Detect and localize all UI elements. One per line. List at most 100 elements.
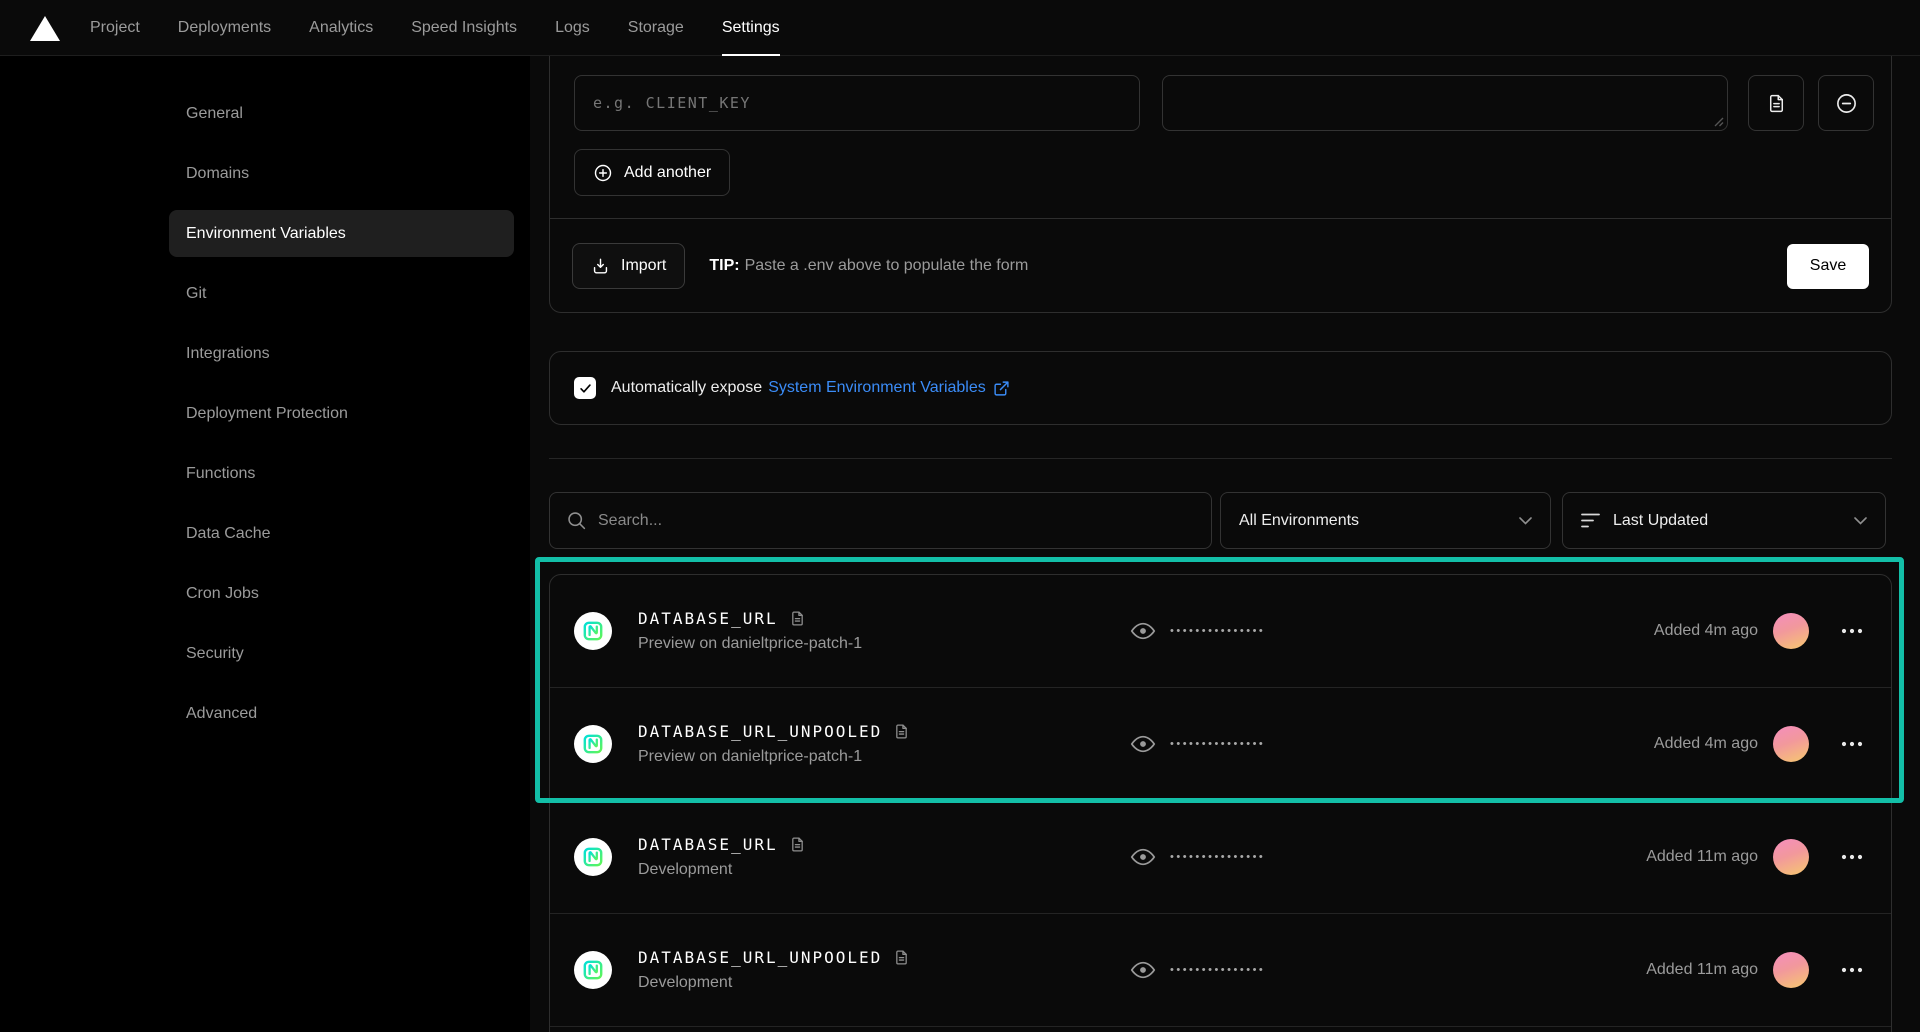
note-icon — [893, 722, 910, 741]
added-time-label: Added 11m ago — [1646, 961, 1758, 979]
search-input[interactable] — [549, 492, 1212, 549]
nav-item-label: Settings — [722, 19, 780, 37]
search-box — [549, 492, 1212, 549]
owner-avatar — [1773, 613, 1809, 649]
env-var-name: DATABASE_URL_UNPOOLED — [638, 948, 882, 967]
env-var-row: DATABASE_URL Preview on danieltprice-pat… — [550, 575, 1891, 688]
nav-tabs: Project Deployments Analytics Speed Insi… — [90, 0, 780, 56]
nav-item-label: Logs — [555, 19, 590, 37]
masked-value: ••••••••••••••• — [1170, 964, 1265, 976]
environment-filter-value: All Environments — [1239, 512, 1359, 530]
top-navigation: Project Deployments Analytics Speed Insi… — [0, 0, 1920, 56]
env-var-environment: Preview on danieltprice-patch-1 — [638, 635, 862, 653]
env-var-row: DATABASE_URL_UNPOOLED Preview on danielt… — [550, 688, 1891, 801]
sidebar-item-label: Git — [186, 285, 206, 303]
sidebar-item-label: General — [186, 105, 243, 123]
plus-circle-icon — [593, 163, 613, 183]
sidebar-item-advanced[interactable]: Advanced — [169, 690, 514, 737]
added-time-label: Added 4m ago — [1654, 735, 1758, 753]
sidebar-item-environment-variables[interactable]: Environment Variables — [169, 210, 514, 257]
env-key-input[interactable] — [574, 75, 1140, 131]
owner-avatar — [1773, 952, 1809, 988]
section-divider — [549, 458, 1892, 459]
note-icon — [893, 948, 910, 967]
sidebar-item-label: Deployment Protection — [186, 405, 348, 423]
added-time-label: Added 11m ago — [1646, 848, 1758, 866]
eye-icon[interactable] — [1130, 844, 1156, 870]
nav-item-analytics[interactable]: Analytics — [309, 0, 373, 56]
nav-item-label: Storage — [628, 19, 684, 37]
sort-select[interactable]: Last Updated — [1562, 492, 1886, 549]
env-var-environment: Preview on danieltprice-patch-1 — [638, 748, 910, 766]
env-var-name: DATABASE_URL_UNPOOLED — [638, 722, 882, 741]
sidebar-item-data-cache[interactable]: Data Cache — [169, 510, 514, 557]
sidebar-item-label: Advanced — [186, 705, 257, 723]
sidebar-item-label: Cron Jobs — [186, 585, 259, 603]
nav-item-settings[interactable]: Settings — [722, 0, 780, 56]
neon-integration-icon — [574, 725, 612, 763]
system-env-variables-link-label: System Environment Variables — [768, 379, 986, 397]
eye-icon[interactable] — [1130, 957, 1156, 983]
nav-item-deployments[interactable]: Deployments — [178, 0, 271, 56]
added-time-label: Added 4m ago — [1654, 622, 1758, 640]
search-icon — [566, 510, 587, 531]
env-var-row: DATABASE_URL_UNPOOLED Development ••••••… — [550, 914, 1891, 1027]
import-button[interactable]: Import — [572, 243, 685, 289]
row-actions-menu-icon[interactable] — [1839, 737, 1865, 751]
owner-avatar — [1773, 839, 1809, 875]
note-icon — [789, 609, 806, 628]
add-another-button[interactable]: Add another — [574, 149, 730, 196]
nav-item-speed-insights[interactable]: Speed Insights — [411, 0, 517, 56]
sidebar-item-cron-jobs[interactable]: Cron Jobs — [169, 570, 514, 617]
row-actions-menu-icon[interactable] — [1839, 624, 1865, 638]
chevron-down-icon — [1519, 517, 1532, 525]
sidebar-item-git[interactable]: Git — [169, 270, 514, 317]
sidebar-item-security[interactable]: Security — [169, 630, 514, 677]
row-actions-menu-icon[interactable] — [1839, 850, 1865, 864]
system-env-expose-card: Automatically expose System Environment … — [549, 351, 1892, 425]
settings-sidebar: General Domains Environment Variables Gi… — [169, 90, 514, 750]
note-button[interactable] — [1748, 75, 1804, 131]
masked-value: ••••••••••••••• — [1170, 738, 1265, 750]
row-actions-menu-icon[interactable] — [1839, 963, 1865, 977]
nav-item-label: Analytics — [309, 19, 373, 37]
sidebar-item-label: Functions — [186, 465, 255, 483]
sort-lines-icon — [1581, 513, 1600, 528]
sort-value: Last Updated — [1613, 512, 1708, 530]
sidebar-item-label: Data Cache — [186, 525, 271, 543]
expose-checkbox[interactable] — [574, 377, 596, 399]
sidebar-item-functions[interactable]: Functions — [169, 450, 514, 497]
env-var-list: DATABASE_URL Preview on danieltprice-pat… — [549, 574, 1892, 1032]
sidebar-item-domains[interactable]: Domains — [169, 150, 514, 197]
nav-item-project[interactable]: Project — [90, 0, 140, 56]
nav-item-storage[interactable]: Storage — [628, 0, 684, 56]
vercel-logo-icon[interactable] — [30, 15, 60, 41]
env-var-name: DATABASE_URL — [638, 835, 778, 854]
import-label: Import — [621, 257, 666, 275]
eye-icon[interactable] — [1130, 731, 1156, 757]
nav-item-label: Deployments — [178, 19, 271, 37]
env-var-name: DATABASE_URL — [638, 609, 778, 628]
neon-integration-icon — [574, 612, 612, 650]
masked-value: ••••••••••••••• — [1170, 851, 1265, 863]
sidebar-item-general[interactable]: General — [169, 90, 514, 137]
env-var-environment: Development — [638, 861, 806, 879]
env-var-row: DATABASE_URL Development ••••••••••••••• — [550, 801, 1891, 914]
import-tip: TIP:Paste a .env above to populate the f… — [709, 257, 1028, 275]
sidebar-item-label: Integrations — [186, 345, 270, 363]
eye-icon[interactable] — [1130, 618, 1156, 644]
import-icon — [591, 257, 610, 276]
masked-value: ••••••••••••••• — [1170, 625, 1265, 637]
system-env-variables-link[interactable]: System Environment Variables — [768, 379, 1010, 397]
owner-avatar — [1773, 726, 1809, 762]
nav-item-logs[interactable]: Logs — [555, 0, 590, 56]
remove-row-button[interactable] — [1818, 75, 1874, 131]
sidebar-item-label: Domains — [186, 165, 249, 183]
env-value-input[interactable] — [1162, 75, 1728, 131]
sidebar-item-integrations[interactable]: Integrations — [169, 330, 514, 377]
environment-variables-panel: Add another Import TIP:Paste a .env abov… — [549, 56, 1892, 1032]
save-button[interactable]: Save — [1787, 244, 1869, 289]
sidebar-item-label: Security — [186, 645, 244, 663]
environment-filter-select[interactable]: All Environments — [1220, 492, 1551, 549]
sidebar-item-deployment-protection[interactable]: Deployment Protection — [169, 390, 514, 437]
